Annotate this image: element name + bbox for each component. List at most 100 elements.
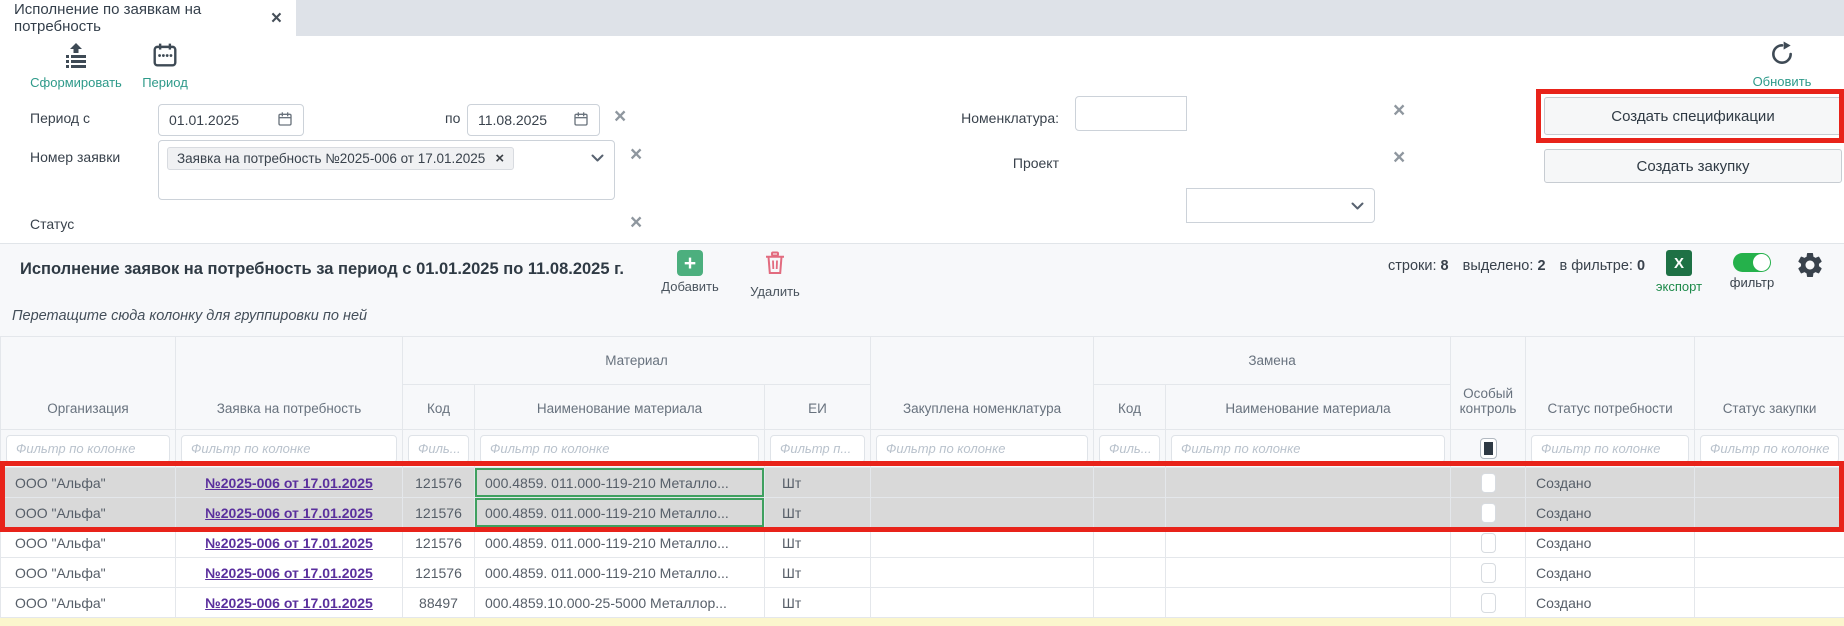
period-button[interactable]: Период [133,42,197,90]
request-link[interactable]: №2025-006 от 17.01.2025 [205,535,373,551]
settings-button[interactable] [1795,250,1825,285]
refresh-icon [1769,41,1795,72]
cell-replacement-code [1094,498,1166,528]
cell-material-name: 000.4859. 011.000-119-210 Металло... [475,498,765,528]
cell-need-status: Создано [1526,498,1695,528]
export-button[interactable]: X экспорт [1650,250,1708,294]
filter-input-purchased-nomenclature[interactable] [876,435,1088,463]
special-control-checkbox[interactable] [1481,473,1496,493]
special-control-checkbox[interactable] [1481,503,1496,523]
filter-input-request[interactable] [181,435,397,463]
nomenclature-select[interactable] [1186,188,1375,223]
delete-button-label: Удалить [750,284,800,299]
table-row[interactable]: ООО "Альфа" №2025-006 от 17.01.2025 1215… [1,528,1844,558]
column-header-material-name[interactable]: Наименование материала [475,385,765,430]
filter-toggle[interactable]: фильтр [1726,253,1778,290]
create-specifications-button[interactable]: Создать спецификации [1544,97,1842,135]
add-button-label: Добавить [661,279,718,294]
close-icon[interactable]: × [271,9,282,28]
delete-button[interactable]: Удалить [743,250,807,299]
cell-unit: Шт [765,558,871,588]
filter-input-replacement-code[interactable] [1099,435,1160,463]
cell-unit: Шт [765,468,871,498]
cell-need-status: Создано [1526,528,1695,558]
add-button[interactable]: + Добавить [655,250,725,294]
cell-purchase-status [1695,528,1844,558]
cell-purchased-nomenclature [871,558,1094,588]
filter-input-unit[interactable] [770,435,865,463]
tab-title: Исполнение по заявкам на потребность [14,1,259,35]
grid-title: Исполнение заявок на потребность за пери… [20,260,660,279]
tab-active[interactable]: Исполнение по заявкам на потребность × [0,0,296,36]
filter-input-material-name[interactable] [480,435,759,463]
column-header-special-control[interactable]: Особый контроль [1451,337,1526,430]
cell-purchase-status [1695,498,1844,528]
remove-token-icon[interactable]: × [495,151,504,166]
period-from-field[interactable] [158,104,304,136]
column-header-unit[interactable]: ЕИ [765,385,871,430]
clear-period-icon[interactable]: × [614,106,626,127]
calendar-icon[interactable] [573,111,589,130]
cell-purchase-status [1695,558,1844,588]
special-control-checkbox[interactable] [1481,533,1496,553]
cell-organization: ООО "Альфа" [1,558,176,588]
refresh-button[interactable]: Обновить [1744,41,1820,89]
generate-report-icon [63,42,89,73]
partial-next-row[interactable] [0,617,1844,626]
clear-project-icon[interactable]: × [1393,147,1405,168]
cell-code: 121576 [403,498,475,528]
cell-purchased-nomenclature [871,498,1094,528]
column-header-code[interactable]: Код [403,385,475,430]
table-row[interactable]: ООО "Альфа" №2025-006 от 17.01.2025 1215… [1,498,1844,528]
request-link[interactable]: №2025-006 от 17.01.2025 [205,505,373,521]
period-from-input[interactable] [169,112,261,128]
request-link[interactable]: №2025-006 от 17.01.2025 [205,565,373,581]
column-header-purchase-status[interactable]: Статус закупки [1695,337,1844,430]
table-row[interactable]: ООО "Альфа" №2025-006 от 17.01.2025 1215… [1,468,1844,498]
cell-material-name: 000.4859. 011.000-119-210 Металло... [475,558,765,588]
chevron-down-icon[interactable] [591,149,604,167]
request-number-multiselect[interactable]: Заявка на потребность №2025-006 от 17.01… [158,140,615,200]
clear-nomenclature-icon[interactable]: × [1393,100,1405,121]
cell-material-name: 000.4859. 011.000-119-210 Металло... [475,528,765,558]
filter-input-purchase-status[interactable] [1700,435,1839,463]
table-row[interactable]: ООО "Альфа" №2025-006 от 17.01.2025 8849… [1,588,1844,618]
filter-toggle-label: фильтр [1730,275,1774,290]
cell-organization: ООО "Альфа" [1,588,176,618]
filter-input-code[interactable] [408,435,469,463]
period-to-input[interactable] [478,112,570,128]
clear-status-icon[interactable]: × [630,212,642,233]
cell-replacement-code [1094,588,1166,618]
column-header-replacement-code[interactable]: Код [1094,385,1166,430]
special-control-filter-checkbox[interactable] [1480,438,1497,459]
request-link[interactable]: №2025-006 от 17.01.2025 [205,475,373,491]
period-to-field[interactable] [467,104,600,136]
request-token-text: Заявка на потребность №2025-006 от 17.01… [177,151,485,166]
column-header-request[interactable]: Заявка на потребность [176,337,403,430]
generate-button[interactable]: Сформировать [26,42,126,90]
filter-input-need-status[interactable] [1531,435,1689,463]
clear-request-icon[interactable]: × [630,144,642,165]
table-row[interactable]: ООО "Альфа" №2025-006 от 17.01.2025 1215… [1,558,1844,588]
request-link[interactable]: №2025-006 от 17.01.2025 [205,595,373,611]
rows-count-value: 8 [1441,258,1449,274]
cell-purchased-nomenclature [871,588,1094,618]
calendar-icon[interactable] [277,111,293,130]
filter-input-replacement-material-name[interactable] [1171,435,1445,463]
special-control-checkbox[interactable] [1481,563,1496,583]
special-control-checkbox[interactable] [1481,593,1496,613]
column-header-organization[interactable]: Организация [1,337,176,430]
cell-unit: Шт [765,498,871,528]
gear-icon [1795,267,1825,284]
filter-input-organization[interactable] [6,435,170,463]
toggle-on-icon[interactable] [1733,253,1771,272]
create-purchase-button[interactable]: Создать закупку [1544,149,1842,183]
column-header-need-status[interactable]: Статус потребности [1526,337,1695,430]
nomenclature-code-input[interactable] [1075,96,1187,131]
column-header-replacement-material-name[interactable]: Наименование материала [1166,385,1451,430]
cell-organization: ООО "Альфа" [1,498,176,528]
selected-count-label: выделено: [1463,258,1534,274]
cell-replacement-material-name [1166,498,1451,528]
column-header-purchased-nomenclature[interactable]: Закуплена номенклатура [871,337,1094,430]
chevron-down-icon[interactable] [1351,197,1364,215]
